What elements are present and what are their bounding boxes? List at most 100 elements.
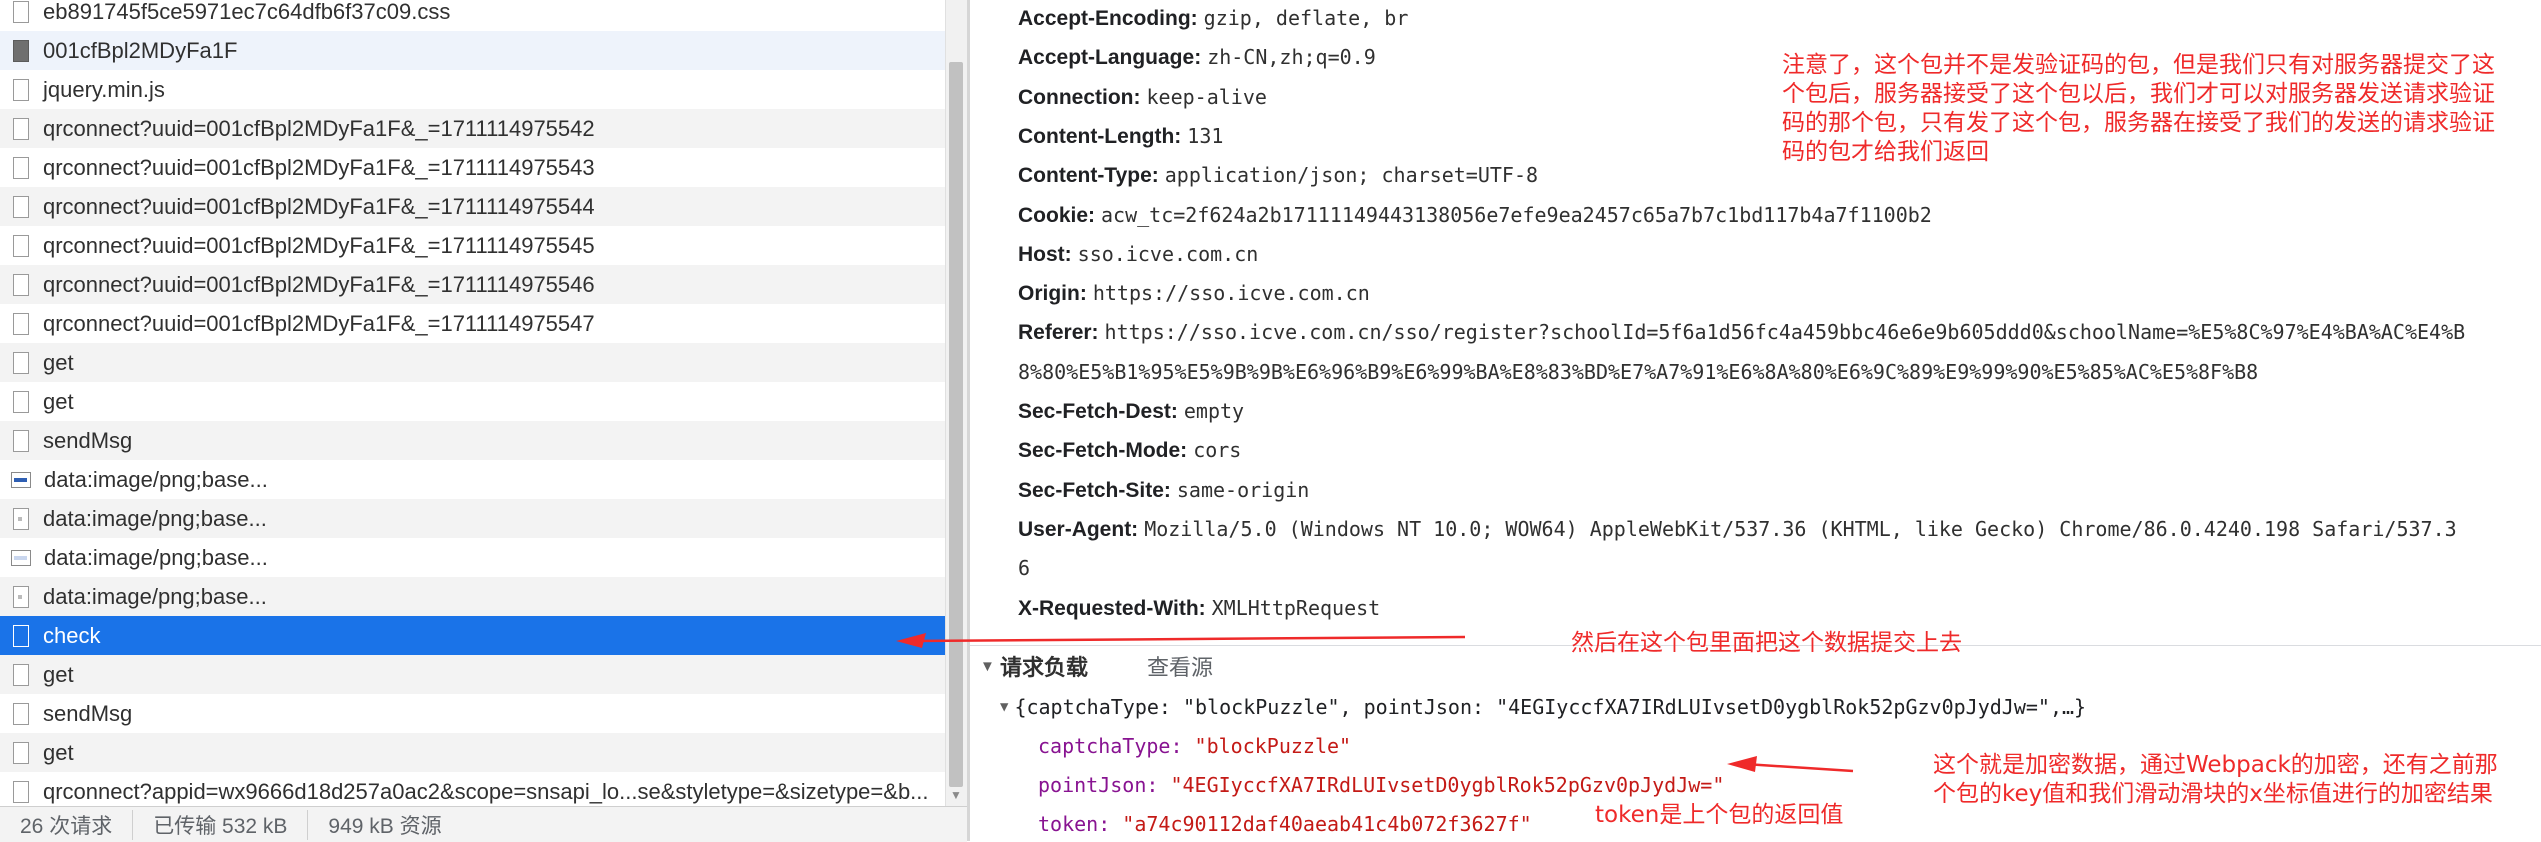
header-row: Sec-Fetch-Site: same-origin [1018, 471, 1309, 510]
request-row[interactable]: qrconnect?uuid=001cfBpl2MDyFa1F&_=171111… [0, 187, 945, 226]
request-row[interactable]: 001cfBpl2MDyFa1F [0, 31, 945, 70]
request-name: data:image/png;base... [44, 544, 268, 570]
header-row: Origin: https://sso.icve.com.cn [1018, 274, 1370, 313]
transferred-size: 已传输 532 kB [133, 809, 309, 840]
header-value: acw_tc=2f624a2b17111149443138056e7efe9ea… [1101, 202, 1932, 227]
header-value: Mozilla/5.0 (Windows NT 10.0; WOW64) App… [1144, 516, 2457, 541]
request-name: data:image/png;base... [44, 466, 268, 492]
header-row: Connection: keep-alive [1018, 78, 1267, 117]
document-icon [13, 117, 29, 140]
request-row[interactable]: sendMsg [0, 421, 945, 460]
header-name: Accept-Encoding: [1018, 7, 1198, 30]
request-count: 26 次请求 [0, 809, 134, 840]
payload-summary[interactable]: ▼ {captchaType: "blockPuzzle", pointJson:… [1000, 688, 2086, 730]
document-icon [13, 429, 29, 452]
network-status-bar: 26 次请求 已传输 532 kB 949 kB 资源 [0, 806, 967, 842]
json-key: pointJson: [1038, 773, 1159, 797]
request-name: data:image/png;base... [43, 583, 267, 609]
header-row: Accept-Encoding: gzip, deflate, br [1018, 0, 1408, 38]
header-row: Content-Length: 131 [1018, 117, 1223, 156]
scroll-down-arrow-icon[interactable]: ▼ [947, 788, 965, 804]
document-icon [13, 390, 29, 413]
request-name: jquery.min.js [43, 76, 165, 102]
image-icon-faint [11, 549, 31, 566]
header-row: Sec-Fetch-Mode: cors [1018, 431, 1241, 470]
annotation-line: 个包后，服务器接受了这个包以后，我们才可以对服务器发送请求验证 [1782, 81, 2495, 107]
header-value: 131 [1187, 123, 1224, 148]
payload-field-pointjson: pointJson: "4EGIyccfXA7IRdLUIvsetD0ygblR… [1038, 766, 1724, 805]
header-row: X-Requested-With: XMLHttpRequest [1018, 589, 1380, 628]
request-name: qrconnect?appid=wx9666d18d257a0ac2&scope… [43, 778, 929, 804]
request-name: qrconnect?uuid=001cfBpl2MDyFa1F&_=171111… [43, 310, 595, 336]
request-row[interactable]: jquery.min.js [0, 70, 945, 109]
annotation-note-top: 注意了，这个包并不是发验证码的包，但是我们只有对服务器提交了这 个包后，服务器接… [1782, 51, 2495, 167]
header-name: Origin: [1018, 282, 1087, 306]
view-source-link[interactable]: 查看源 [1147, 650, 1213, 682]
request-name: qrconnect?uuid=001cfBpl2MDyFa1F&_=171111… [43, 154, 595, 180]
header-value: empty [1183, 399, 1245, 423]
header-value: same-origin [1176, 477, 1310, 502]
header-row: Sec-Fetch-Dest: empty [1018, 392, 1244, 431]
request-name: get [43, 739, 74, 765]
request-name: qrconnect?uuid=001cfBpl2MDyFa1F&_=171111… [43, 193, 595, 219]
document-icon [13, 312, 29, 335]
request-row[interactable]: qrconnect?uuid=001cfBpl2MDyFa1F&_=171111… [0, 109, 945, 148]
request-row[interactable]: get [0, 343, 945, 382]
annotation-line: 码的那个包，只有发了这个包，服务器在接受了我们的发送的请求验证 [1782, 110, 2495, 136]
annotation-note-check: 然后在这个包里面把这个数据提交上去 [1571, 630, 1962, 656]
annotation-note-token: token是上个包的返回值 [1595, 802, 1844, 828]
collapse-triangle-icon[interactable]: ▼ [980, 658, 995, 675]
request-row[interactable]: data:image/png;base... [0, 577, 945, 616]
payload-summary-text: {captchaType: "blockPuzzle", pointJson: … [1014, 695, 2087, 719]
header-name: Connection: [1018, 85, 1141, 109]
font-file-icon [13, 39, 29, 62]
header-row: Accept-Language: zh-CN,zh;q=0.9 [1018, 38, 1376, 77]
document-icon [13, 663, 29, 686]
json-value: "4EGIyccfXA7IRdLUIvsetD0ygblRok52pGzv0pJ… [1170, 773, 1725, 797]
payload-title[interactable]: 请求负载 [1000, 650, 1088, 682]
annotation-line: 注意了，这个包并不是发验证码的包，但是我们只有对服务器提交了这 [1782, 52, 2495, 78]
request-row[interactable]: get [0, 655, 945, 694]
request-row[interactable]: qrconnect?uuid=001cfBpl2MDyFa1F&_=171111… [0, 148, 945, 187]
header-value: https://sso.icve.com.cn/sso/register?sch… [1104, 320, 2466, 345]
header-name: User-Agent: [1018, 517, 1139, 541]
request-row[interactable]: sendMsg [0, 694, 945, 733]
request-name: check [43, 622, 101, 648]
request-row[interactable]: data:image/png;base... [0, 538, 945, 577]
header-row: Referer: https://sso.icve.com.cn/sso/regi… [1018, 313, 2465, 352]
request-row-selected[interactable]: check [0, 616, 945, 655]
document-icon [13, 273, 29, 296]
header-row: Content-Type: application/json; charset=U… [1018, 156, 1538, 195]
document-icon [13, 78, 29, 101]
request-row[interactable]: qrconnect?uuid=001cfBpl2MDyFa1F&_=171111… [0, 226, 945, 265]
payload-field-token: token: "a74c90112daf40aeab41c4b072f3627f… [1038, 805, 1532, 841]
request-row[interactable]: eb891745f5ce5971ec7c64dfb6f37c09.css [0, 0, 945, 31]
header-value: https://sso.icve.com.cn [1092, 281, 1370, 306]
json-value: "a74c90112daf40aeab41c4b072f3627f" [1122, 812, 1532, 836]
annotation-line: 个包的key值和我们滑动滑块的x坐标值进行的加密结果 [1933, 781, 2493, 807]
resources-size: 949 kB 资源 [328, 814, 442, 838]
request-row[interactable]: data:image/png;base... [0, 499, 945, 538]
json-key: captchaType: [1038, 734, 1183, 758]
scrollbar-thumb[interactable] [949, 62, 963, 787]
header-row: User-Agent: Mozilla/5.0 (Windows NT 10.0;… [1018, 510, 2457, 549]
request-name: sendMsg [43, 700, 133, 726]
request-row[interactable]: qrconnect?uuid=001cfBpl2MDyFa1F&_=171111… [0, 265, 945, 304]
header-name: Referer: [1018, 321, 1099, 345]
document-icon [13, 741, 29, 764]
request-row[interactable]: data:image/png;base... [0, 460, 945, 499]
request-name: qrconnect?uuid=001cfBpl2MDyFa1F&_=171111… [43, 271, 595, 297]
header-value-continued: 6 [1018, 556, 1031, 581]
image-icon [11, 471, 31, 488]
request-row[interactable]: get [0, 382, 945, 421]
header-name: Sec-Fetch-Site: [1018, 478, 1171, 502]
request-row[interactable]: qrconnect?uuid=001cfBpl2MDyFa1F&_=171111… [0, 304, 945, 343]
request-list: eb891745f5ce5971ec7c64dfb6f37c09.css 001c… [0, 0, 945, 841]
request-row[interactable]: get [0, 733, 945, 772]
header-row: Cookie: acw_tc=2f624a2b17111149443138056e… [1018, 196, 1932, 235]
header-value: XMLHttpRequest [1211, 595, 1381, 620]
document-icon [13, 156, 29, 179]
expand-triangle-icon[interactable]: ▼ [1000, 699, 1008, 715]
payload-field-captchatype: captchaType: "blockPuzzle" [1038, 727, 1351, 766]
header-value-continued: 8%80%E5%B1%95%E5%9B%9B%E6%96%B9%E6%99%BA… [1018, 359, 2259, 384]
